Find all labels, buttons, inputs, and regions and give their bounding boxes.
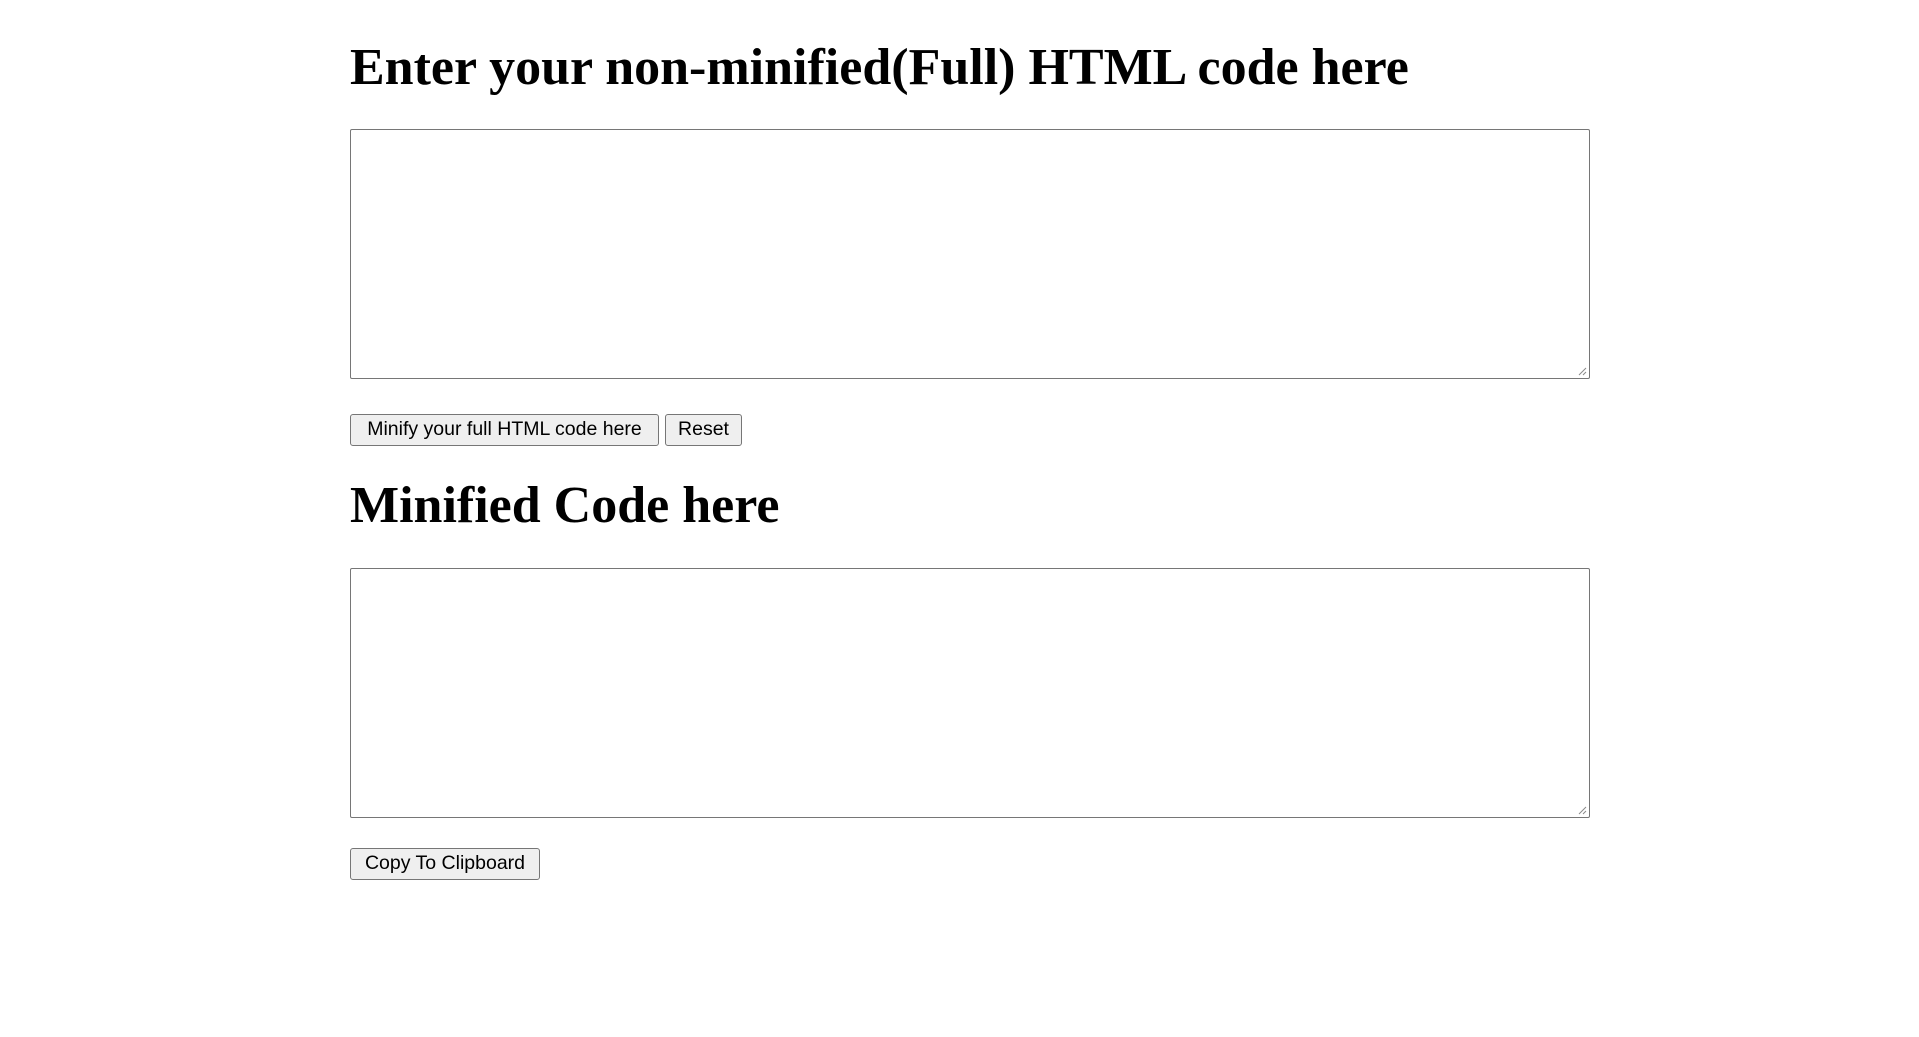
input-heading: Enter your non-minified(Full) HTML code … xyxy=(350,39,1409,96)
page: Enter your non-minified(Full) HTML code … xyxy=(0,0,1919,1037)
minified-code-output[interactable] xyxy=(350,568,1590,818)
minify-button[interactable]: Minify your full HTML code here xyxy=(350,414,659,446)
reset-button[interactable]: Reset xyxy=(665,414,742,446)
copy-to-clipboard-button[interactable]: Copy To Clipboard xyxy=(350,848,540,880)
full-html-input[interactable] xyxy=(350,129,1590,379)
output-heading: Minified Code here xyxy=(350,477,780,534)
